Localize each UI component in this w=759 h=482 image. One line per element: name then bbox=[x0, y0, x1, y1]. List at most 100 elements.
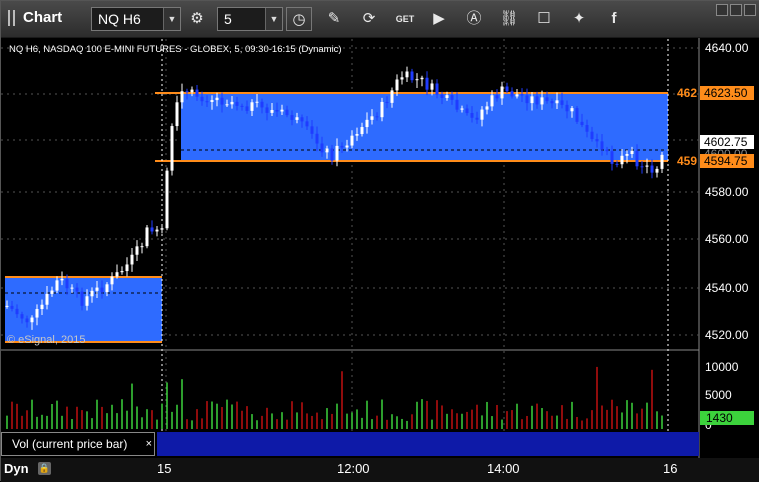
candle-body[interactable] bbox=[570, 108, 574, 112]
candle-body[interactable] bbox=[580, 121, 584, 126]
candle-body[interactable] bbox=[385, 101, 389, 103]
candle-body[interactable] bbox=[390, 90, 394, 103]
candle-body[interactable] bbox=[530, 96, 534, 104]
candle-body[interactable] bbox=[485, 106, 489, 110]
candle-body[interactable] bbox=[450, 95, 454, 100]
candle-body[interactable] bbox=[345, 145, 349, 148]
candle-body[interactable] bbox=[355, 134, 359, 136]
candle-body[interactable] bbox=[110, 276, 114, 285]
candle-body[interactable] bbox=[235, 101, 239, 106]
draw-pencil-icon[interactable]: ✎ bbox=[321, 7, 347, 31]
candle-body[interactable] bbox=[210, 100, 214, 102]
candle-body[interactable] bbox=[470, 113, 474, 118]
candle-body[interactable] bbox=[635, 150, 639, 167]
candle-body[interactable] bbox=[20, 314, 24, 319]
candle-body[interactable] bbox=[430, 83, 434, 90]
clock-icon[interactable]: ◷ bbox=[286, 7, 312, 31]
candle-body[interactable] bbox=[460, 108, 464, 110]
candle-body[interactable] bbox=[465, 108, 469, 114]
candle-body[interactable] bbox=[510, 91, 514, 97]
close-button[interactable] bbox=[744, 4, 756, 16]
candle-body[interactable] bbox=[155, 229, 159, 232]
candle-body[interactable] bbox=[300, 117, 304, 122]
candle-body[interactable] bbox=[535, 96, 539, 105]
candle-body[interactable] bbox=[660, 154, 664, 169]
candle-body[interactable] bbox=[590, 131, 594, 140]
candle-body[interactable] bbox=[120, 271, 124, 273]
candle-body[interactable] bbox=[400, 77, 404, 80]
candle-body[interactable] bbox=[55, 280, 59, 291]
candle-body[interactable] bbox=[600, 141, 604, 150]
candle-body[interactable] bbox=[195, 89, 199, 97]
candle-body[interactable] bbox=[540, 97, 544, 105]
candle-body[interactable] bbox=[175, 102, 179, 127]
candle-body[interactable] bbox=[520, 94, 524, 96]
candle-body[interactable] bbox=[625, 153, 629, 156]
candle-body[interactable] bbox=[180, 91, 184, 103]
candle-body[interactable] bbox=[125, 264, 129, 272]
interval-input[interactable]: 5 ▼ bbox=[217, 7, 283, 31]
candle-body[interactable] bbox=[185, 91, 189, 93]
dynamic-mode-label[interactable]: Dyn bbox=[4, 461, 29, 476]
candle-body[interactable] bbox=[350, 135, 354, 146]
facebook-icon[interactable]: f bbox=[601, 7, 627, 31]
candle-body[interactable] bbox=[60, 278, 64, 281]
candle-body[interactable] bbox=[100, 287, 104, 293]
candle-body[interactable] bbox=[640, 166, 644, 168]
candle-body[interactable] bbox=[405, 71, 409, 78]
candle-body[interactable] bbox=[380, 101, 384, 118]
candle-body[interactable] bbox=[415, 79, 419, 81]
candle-body[interactable] bbox=[575, 108, 579, 122]
candle-body[interactable] bbox=[330, 148, 334, 161]
candle-body[interactable] bbox=[395, 79, 399, 91]
candle-body[interactable] bbox=[555, 100, 559, 104]
candle-body[interactable] bbox=[605, 149, 609, 152]
candle-body[interactable] bbox=[630, 150, 634, 154]
candle-body[interactable] bbox=[50, 290, 54, 294]
candle-body[interactable] bbox=[35, 309, 39, 318]
candle-body[interactable] bbox=[245, 106, 249, 111]
candle-body[interactable] bbox=[80, 291, 84, 306]
candle-body[interactable] bbox=[5, 305, 9, 307]
candle-body[interactable] bbox=[265, 107, 269, 113]
candle-body[interactable] bbox=[290, 115, 294, 120]
candle-body[interactable] bbox=[500, 86, 504, 99]
symbol-input[interactable]: NQ H6 ▼ bbox=[91, 7, 181, 31]
candle-body[interactable] bbox=[545, 97, 549, 102]
candle-body[interactable] bbox=[280, 109, 284, 112]
maximize-button[interactable] bbox=[730, 4, 742, 16]
play-icon[interactable]: ▶ bbox=[426, 7, 452, 31]
candle-body[interactable] bbox=[240, 105, 244, 107]
candle-body[interactable] bbox=[440, 94, 444, 98]
candle-body[interactable] bbox=[420, 77, 424, 80]
candle-body[interactable] bbox=[315, 133, 319, 144]
candle-body[interactable] bbox=[250, 102, 254, 111]
candle-body[interactable] bbox=[565, 104, 569, 112]
candle-body[interactable] bbox=[275, 109, 279, 112]
volume-legend[interactable]: Vol (current price bar) × bbox=[1, 432, 155, 456]
twitter-icon[interactable]: ✦ bbox=[566, 7, 592, 31]
candle-body[interactable] bbox=[445, 95, 449, 98]
candle-body[interactable] bbox=[85, 296, 89, 306]
candle-body[interactable] bbox=[140, 246, 144, 248]
candle-body[interactable] bbox=[130, 254, 134, 265]
price-chart[interactable]: NQ H6, NASDAQ 100 E-MINI FUTURES - GLOBE… bbox=[1, 38, 759, 458]
candle-body[interactable] bbox=[165, 170, 169, 229]
candle-body[interactable] bbox=[375, 116, 379, 118]
candle-body[interactable] bbox=[595, 139, 599, 142]
candle-body[interactable] bbox=[70, 287, 74, 289]
candle-body[interactable] bbox=[480, 109, 484, 120]
candle-body[interactable] bbox=[435, 83, 439, 95]
candle-body[interactable] bbox=[190, 89, 194, 93]
candle-body[interactable] bbox=[505, 86, 509, 92]
candle-body[interactable] bbox=[495, 95, 499, 99]
get-data-icon[interactable]: GET bbox=[392, 7, 418, 31]
candle-body[interactable] bbox=[515, 94, 519, 97]
candle-body[interactable] bbox=[15, 308, 19, 315]
interval-dropdown-icon[interactable]: ▼ bbox=[265, 8, 282, 30]
comment-icon[interactable]: ☐ bbox=[531, 7, 557, 31]
candle-body[interactable] bbox=[285, 109, 289, 116]
chart-area[interactable]: NQ H6, NASDAQ 100 E-MINI FUTURES - GLOBE… bbox=[1, 38, 759, 458]
candle-body[interactable] bbox=[145, 227, 149, 247]
candle-body[interactable] bbox=[220, 97, 224, 105]
